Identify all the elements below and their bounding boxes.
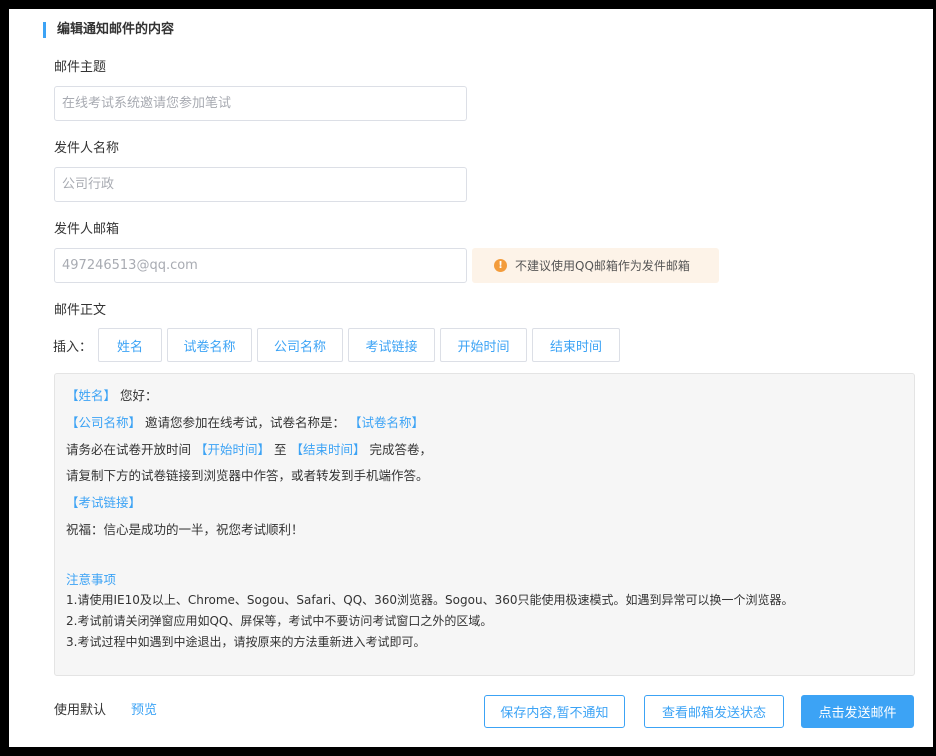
warning-text: 不建议使用QQ邮箱作为发件邮箱 (515, 259, 690, 273)
sender-name-input[interactable] (54, 167, 467, 202)
notes-title: 注意事项 (66, 571, 117, 587)
time-text-2: 至 (274, 441, 287, 457)
email-warning: ! 不建议使用QQ邮箱作为发件邮箱 (472, 248, 719, 283)
body-line-link: 【考试链接】 (66, 490, 914, 517)
insert-label: 插入： (53, 339, 93, 355)
use-default-link[interactable]: 使用默认 (54, 703, 106, 719)
paper-name-tag: 【试卷名称】 (349, 414, 425, 430)
sender-name-label: 发件人名称 (54, 141, 120, 156)
send-email-button[interactable]: 点击发送邮件 (801, 695, 914, 728)
sender-email-label: 发件人邮箱 (54, 222, 120, 237)
insert-paper-name-button[interactable]: 试卷名称 (167, 328, 253, 362)
time-text-3: 完成答卷， (369, 441, 433, 457)
body-line-greeting: 【姓名】 您好： (66, 383, 914, 410)
preview-link[interactable]: 预览 (131, 703, 157, 719)
name-tag: 【姓名】 (66, 388, 117, 403)
insert-start-time-button[interactable]: 开始时间 (440, 328, 528, 362)
invite-text: 邀请您参加在线考试，试卷名称是： (145, 414, 346, 430)
body-line-time: 请务必在试卷开放时间 【开始时间】 至 【结束时间】 完成答卷， (66, 437, 914, 464)
body-line-copy: 请复制下方的试卷链接到浏览器中作答，或者转发到手机端作答。 (66, 468, 429, 484)
company-name-tag: 【公司名称】 (66, 414, 142, 430)
greeting-text: 您好： (120, 388, 158, 403)
note-item: 3.考试过程中如遇到中途退出，请按原来的方法重新进入考试即可。 (66, 634, 426, 649)
email-body-editor[interactable]: 【姓名】 您好： 【公司名称】 邀请您参加在线考试，试卷名称是： 【试卷名称】 … (54, 373, 915, 676)
start-time-tag: 【开始时间】 (195, 441, 271, 457)
section-title: 编辑通知邮件的内容 (43, 22, 174, 38)
insert-exam-link-button[interactable]: 考试链接 (348, 328, 436, 362)
exam-link-tag: 【考试链接】 (66, 495, 142, 511)
time-text-1: 请务必在试卷开放时间 (66, 441, 192, 457)
body-line-invite: 【公司名称】 邀请您参加在线考试，试卷名称是： 【试卷名称】 (66, 410, 914, 437)
subject-label: 邮件主题 (54, 60, 107, 75)
warning-icon: ! (494, 259, 507, 272)
email-editor-panel: 编辑通知邮件的内容 邮件主题 发件人名称 发件人邮箱 ! 不建议使用QQ邮箱作为… (9, 9, 933, 747)
note-item: 2.考试前请关闭弹窗应用如QQ、屏保等，考试中不要访问考试窗口之外的区域。 (66, 613, 493, 628)
insert-company-name-button[interactable]: 公司名称 (257, 328, 344, 362)
insert-toolbar: 插入： 姓名 试卷名称 公司名称 考试链接 开始时间 结束时间 (53, 328, 625, 362)
insert-name-button[interactable]: 姓名 (98, 328, 163, 362)
subject-input[interactable] (54, 86, 467, 121)
end-time-tag: 【结束时间】 (290, 441, 366, 457)
note-item: 1.请使用IE10及以上、Chrome、Sogou、Safari、QQ、360浏… (66, 592, 794, 607)
view-send-status-button[interactable]: 查看邮箱发送状态 (644, 695, 784, 728)
body-line-blessing: 祝福：信心是成功的一半，祝您考试顺利！ (66, 521, 304, 537)
save-without-notify-button[interactable]: 保存内容,暂不通知 (484, 695, 625, 728)
sender-email-input[interactable] (54, 248, 467, 283)
insert-end-time-button[interactable]: 结束时间 (532, 328, 621, 362)
body-label: 邮件正文 (54, 303, 107, 318)
